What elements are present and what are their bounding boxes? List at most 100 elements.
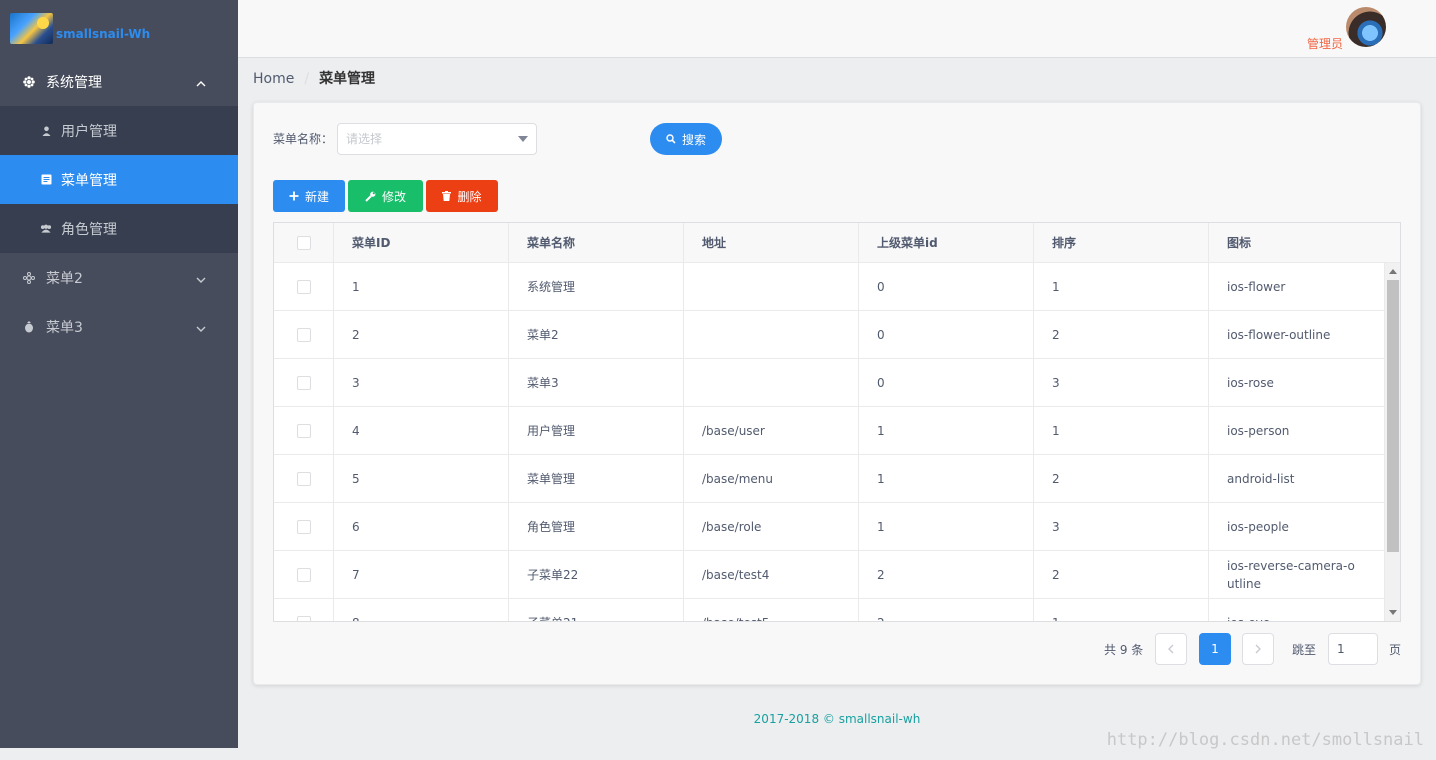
table-cell: [684, 359, 859, 406]
row-checkbox[interactable]: [296, 423, 311, 438]
table-cell: [684, 311, 859, 358]
avatar[interactable]: [1346, 7, 1386, 47]
column-header[interactable]: 图标: [1209, 223, 1384, 262]
menu-name-select[interactable]: 请选择: [337, 123, 537, 155]
chevron-up-icon: [196, 75, 206, 91]
search-label: 搜索: [681, 132, 706, 147]
table-cell: 3: [1034, 359, 1209, 406]
sidebar-group-system[interactable]: 系统管理: [0, 57, 238, 106]
sidebar-item-user[interactable]: 用户管理: [0, 106, 238, 155]
edit-label: 修改: [381, 189, 406, 204]
table-row[interactable]: 3 菜单3 0 3 ios-rose: [274, 359, 1400, 407]
user-name[interactable]: 管理员: [1307, 35, 1343, 52]
column-header[interactable]: 上级菜单id: [859, 223, 1034, 262]
column-header[interactable]: 菜单名称: [509, 223, 684, 262]
table-cell: ios-reverse-camera-outline: [1227, 558, 1355, 591]
scroll-down-arrow-icon[interactable]: [1389, 610, 1397, 615]
pagination-next-button[interactable]: [1242, 633, 1274, 665]
table-row[interactable]: 5 菜单管理 /base/menu 1 2 android-list: [274, 455, 1400, 503]
pagination-total: 共 9 条: [1104, 642, 1144, 657]
table-row[interactable]: 7 子菜单22 /base/test4 2 2 ios-reverse-came…: [274, 551, 1400, 599]
wrench-icon: [365, 191, 376, 202]
table-cell: 2: [859, 599, 1034, 621]
column-header[interactable]: 地址: [684, 223, 859, 262]
table-cell: /base/user: [684, 407, 859, 454]
row-checkbox[interactable]: [296, 615, 311, 621]
table-cell: 菜单2: [509, 311, 684, 358]
table-row[interactable]: 1 系统管理 0 1 ios-flower: [274, 263, 1400, 311]
people-icon: [40, 224, 52, 233]
top-header: 管理员: [238, 0, 1436, 58]
row-checkbox[interactable]: [296, 327, 311, 342]
table-cell: 2: [1034, 551, 1209, 598]
table-header: 菜单ID 菜单名称 地址 上级菜单id 排序 图标: [274, 223, 1400, 263]
sidebar: smallsnail-Wh 系统管理 用户管理 菜单管理 角色管理 菜单2 菜单…: [0, 0, 238, 748]
table-cell: 菜单管理: [509, 455, 684, 502]
table-scrollbar[interactable]: [1384, 263, 1400, 621]
table-row[interactable]: 2 菜单2 0 2 ios-flower-outline: [274, 311, 1400, 359]
content-card: 菜单名称： 请选择 搜索 新建 修改 删除 菜单ID 菜单名称 地址 上级菜单i…: [253, 102, 1421, 685]
row-check-cell: [274, 359, 334, 406]
delete-button[interactable]: 删除: [426, 180, 498, 212]
table-row[interactable]: 6 角色管理 /base/role 1 3 ios-people: [274, 503, 1400, 551]
table-cell: 1: [1034, 263, 1209, 310]
breadcrumb-home[interactable]: Home: [253, 71, 294, 87]
table-cell: /base/menu: [684, 455, 859, 502]
row-checkbox[interactable]: [296, 567, 311, 582]
search-button[interactable]: 搜索: [650, 123, 722, 155]
table-cell: 系统管理: [509, 263, 684, 310]
sidebar-item-menu[interactable]: 菜单管理: [0, 155, 238, 204]
table-row[interactable]: 8 子菜单21 /base/test5 2 1 ios-eye: [274, 599, 1400, 621]
pagination-prev-button[interactable]: [1155, 633, 1187, 665]
sidebar-group-label: 菜单2: [46, 270, 83, 287]
table-cell: 1: [859, 407, 1034, 454]
table-cell: 子菜单22: [509, 551, 684, 598]
row-checkbox[interactable]: [296, 519, 311, 534]
flower-icon: [22, 75, 36, 88]
column-header[interactable]: 排序: [1034, 223, 1209, 262]
row-checkbox[interactable]: [296, 471, 311, 486]
jump-page-input[interactable]: 1: [1328, 633, 1378, 665]
sidebar-group-menu3[interactable]: 菜单3: [0, 302, 238, 351]
flower-outline-icon: [22, 271, 36, 284]
row-check-cell: [274, 599, 334, 621]
scroll-up-arrow-icon[interactable]: [1389, 269, 1397, 274]
search-icon: [666, 134, 676, 144]
pagination-page-button[interactable]: 1: [1199, 633, 1231, 665]
chevron-left-icon: [1168, 644, 1174, 654]
row-check-cell: [274, 407, 334, 454]
breadcrumb: Home / 菜单管理: [253, 68, 375, 88]
list-icon: [40, 174, 52, 185]
table-cell: ios-flower-outline: [1227, 327, 1331, 342]
table-cell: 4: [334, 407, 509, 454]
table-cell: ios-eye: [1209, 599, 1384, 622]
table-cell: 2: [334, 311, 509, 358]
table-cell: 角色管理: [509, 503, 684, 550]
breadcrumb-separator: /: [304, 71, 310, 87]
breadcrumb-current: 菜单管理: [319, 71, 376, 87]
chevron-right-icon: [1255, 644, 1261, 654]
delete-label: 删除: [457, 189, 482, 204]
row-checkbox[interactable]: [296, 279, 311, 294]
table-cell: /base/test4: [684, 551, 859, 598]
chevron-down-icon: [196, 271, 206, 287]
new-button[interactable]: 新建: [273, 180, 345, 212]
row-checkbox[interactable]: [296, 375, 311, 390]
table-body[interactable]: 1 系统管理 0 1 ios-flower 2 菜单2 0 2 ios-flow…: [274, 263, 1400, 621]
scrollbar-thumb[interactable]: [1387, 280, 1399, 552]
sidebar-item-label: 角色管理: [61, 221, 117, 238]
column-header[interactable]: 菜单ID: [334, 223, 509, 262]
page-unit-label: 页: [1389, 643, 1402, 657]
sidebar-item-role[interactable]: 角色管理: [0, 204, 238, 253]
trash-icon: [442, 191, 452, 201]
logo[interactable]: smallsnail-Wh: [0, 0, 238, 57]
sidebar-item-label: 用户管理: [61, 123, 117, 140]
sidebar-group-menu2[interactable]: 菜单2: [0, 253, 238, 302]
table-cell: ios-rose: [1227, 375, 1274, 390]
plus-icon: [289, 191, 299, 201]
select-all-checkbox[interactable]: [296, 235, 311, 250]
table-cell: 7: [334, 551, 509, 598]
edit-button[interactable]: 修改: [348, 180, 423, 212]
table-cell: 0: [859, 359, 1034, 406]
table-row[interactable]: 4 用户管理 /base/user 1 1 ios-person: [274, 407, 1400, 455]
